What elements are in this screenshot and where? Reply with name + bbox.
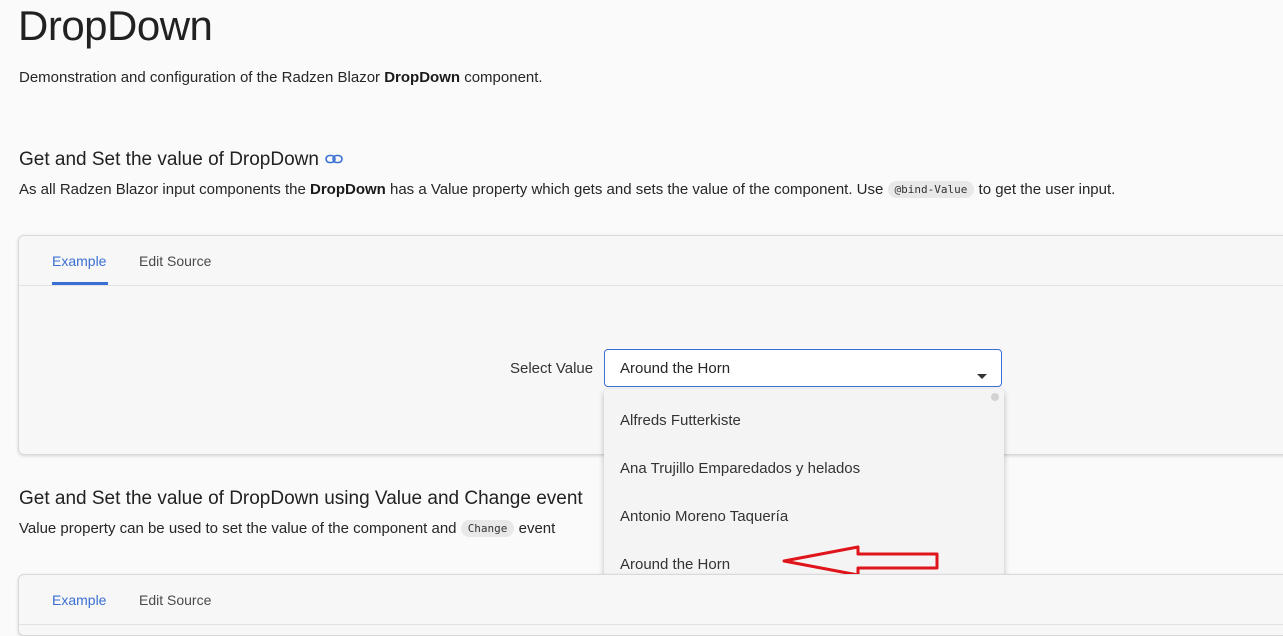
dropdown-selected-value: Around the Horn bbox=[620, 360, 731, 377]
intro-prefix: Demonstration and configuration of the R… bbox=[19, 69, 385, 86]
section1-desc-middle: has a Value property which gets and sets… bbox=[385, 181, 888, 198]
dropdown-select[interactable]: Around the Horn bbox=[604, 349, 1002, 387]
select-value-label: Select Value bbox=[510, 360, 594, 377]
section-title-value-change: Get and Set the value of DropDown using … bbox=[19, 488, 583, 509]
section1-description: As all Radzen Blazor input components th… bbox=[19, 181, 1115, 198]
section1-title-text: Get and Set the value of DropDown bbox=[19, 149, 319, 171]
section2-description: Value property can be used to set the va… bbox=[19, 520, 555, 537]
intro-text: Demonstration and configuration of the R… bbox=[19, 69, 543, 86]
page-title: DropDown bbox=[18, 2, 213, 49]
section2-desc-prefix: Value property can be used to set the va… bbox=[19, 520, 461, 537]
change-code: Change bbox=[460, 520, 515, 537]
tab-example[interactable]: Example bbox=[52, 253, 106, 269]
dropdown-option[interactable]: Ana Trujillo Emparedados y helados bbox=[620, 460, 860, 477]
red-arrow-annotation bbox=[782, 545, 939, 577]
popup-scrollbar[interactable] bbox=[991, 393, 999, 401]
tab-edit-source-2[interactable]: Edit Source bbox=[139, 592, 211, 608]
section1-desc-bold: DropDown bbox=[310, 181, 386, 198]
active-tab-indicator bbox=[52, 282, 108, 285]
tab-edit-source[interactable]: Edit Source bbox=[139, 253, 211, 269]
example-card-2: Example Edit Source bbox=[18, 574, 1283, 636]
section-title-get-set-value: Get and Set the value of DropDown bbox=[19, 149, 343, 171]
caret-down-icon[interactable] bbox=[977, 367, 987, 385]
dropdown-option[interactable]: Around the Horn bbox=[620, 556, 730, 573]
intro-suffix: component. bbox=[460, 69, 543, 86]
example-tabs-2: Example Edit Source bbox=[19, 575, 1283, 625]
link-icon[interactable] bbox=[325, 148, 343, 170]
section1-desc-suffix: to get the user input. bbox=[974, 181, 1116, 198]
section2-desc-suffix: event bbox=[514, 520, 556, 537]
section1-desc-prefix: As all Radzen Blazor input components th… bbox=[19, 181, 310, 198]
intro-bold: DropDown bbox=[384, 69, 461, 86]
tab-example-2[interactable]: Example bbox=[52, 592, 106, 608]
dropdown-option[interactable]: Antonio Moreno Taquería bbox=[620, 508, 788, 525]
bind-value-code: @bind-Value bbox=[887, 181, 975, 198]
dropdown-option[interactable]: Alfreds Futterkiste bbox=[620, 412, 741, 429]
example-tabs-1: Example Edit Source bbox=[19, 236, 1283, 286]
